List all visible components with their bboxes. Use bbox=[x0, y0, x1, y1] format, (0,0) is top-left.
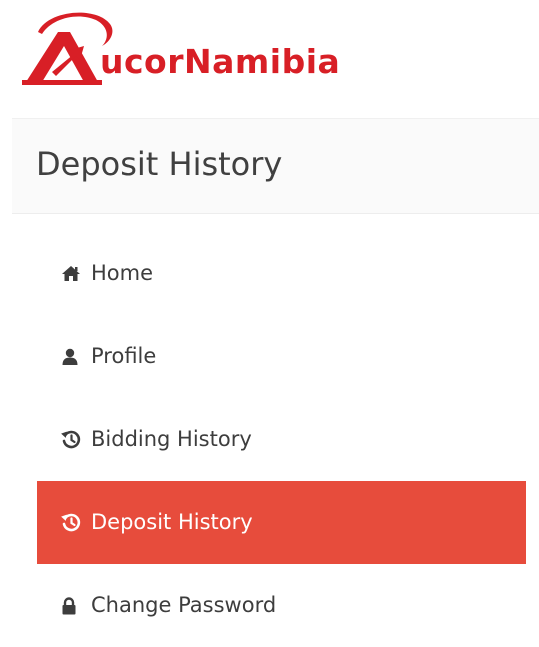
brand-name: ucorNamibia bbox=[100, 45, 340, 78]
history-icon bbox=[61, 513, 85, 533]
menu-item-deposit-history[interactable]: Deposit History bbox=[37, 481, 526, 564]
menu-item-bidding-history[interactable]: Bidding History bbox=[37, 398, 526, 481]
menu-item-label: Home bbox=[91, 261, 154, 285]
user-icon bbox=[61, 347, 85, 367]
menu-item-profile[interactable]: Profile bbox=[37, 315, 526, 398]
home-icon bbox=[61, 264, 85, 284]
brand-name-part2: Namibia bbox=[184, 42, 341, 81]
brand-logo[interactable]: ucorNamibia bbox=[18, 2, 438, 98]
page-header: Deposit History bbox=[12, 118, 539, 214]
account-menu: Home Profile Bidding History Deposit His… bbox=[37, 232, 526, 647]
menu-item-home[interactable]: Home bbox=[37, 232, 526, 315]
lock-icon bbox=[61, 596, 85, 616]
menu-item-label: Bidding History bbox=[91, 427, 252, 451]
menu-item-change-password[interactable]: Change Password bbox=[37, 564, 526, 647]
menu-item-label: Profile bbox=[91, 344, 157, 368]
menu-item-label: Change Password bbox=[91, 593, 277, 617]
page-title: Deposit History bbox=[36, 145, 283, 183]
menu-item-label: Deposit History bbox=[91, 510, 253, 534]
brand-name-part1: ucor bbox=[100, 42, 185, 81]
history-icon bbox=[61, 430, 85, 450]
